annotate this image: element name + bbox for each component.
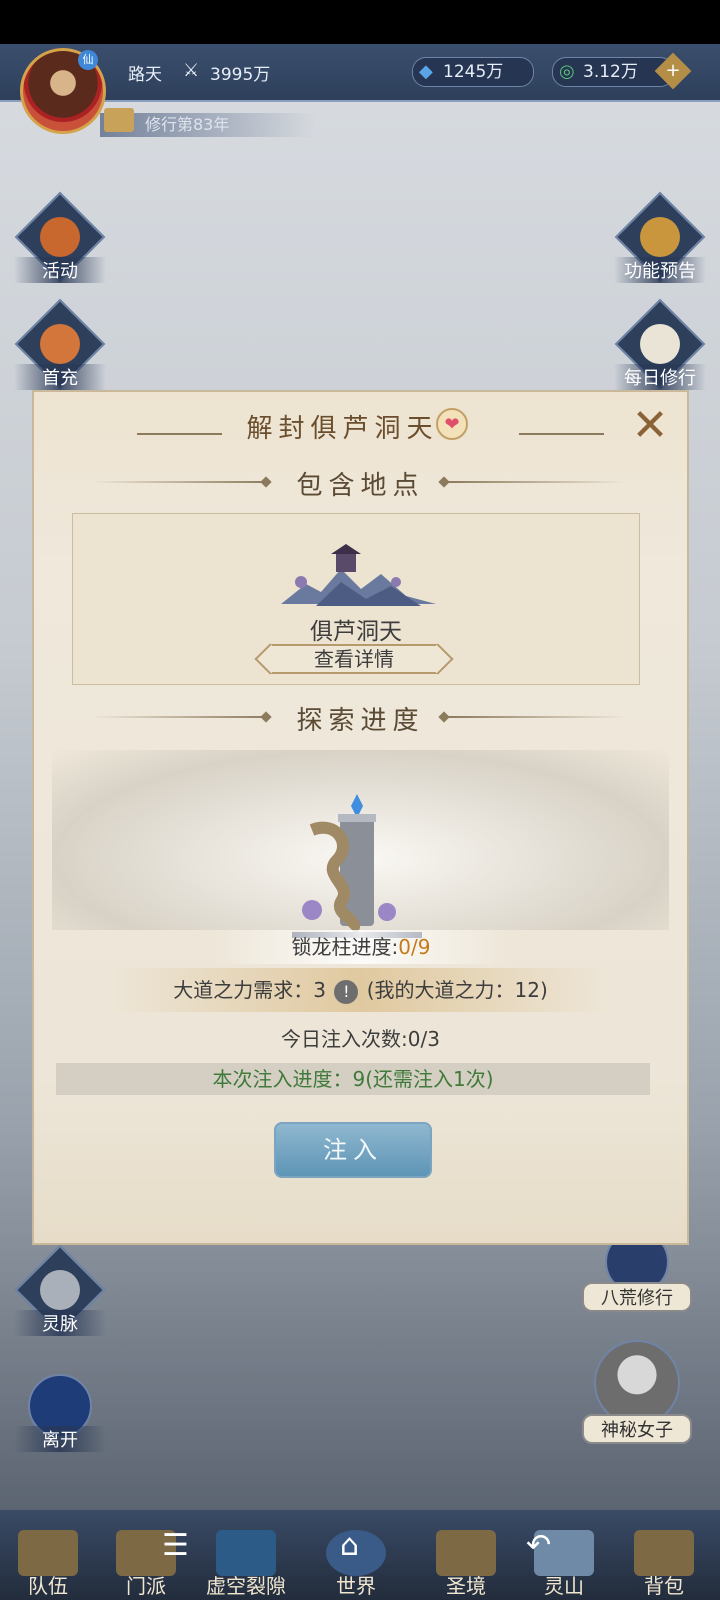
side-button-mysterious-woman[interactable]: 神秘女子 (582, 1340, 692, 1444)
combat-power-icon: ⚔ (183, 60, 200, 81)
side-button-label: 首充 (14, 364, 106, 390)
today-injection-count: 今日注入次数:0/3 (281, 1027, 440, 1051)
side-button-feature-preview[interactable]: 功能预告 (614, 191, 706, 283)
pillar-progress-value: 0/9 (398, 935, 431, 959)
side-button-label: 活动 (14, 257, 106, 283)
spirit-stone-icon: ◆ (419, 61, 433, 82)
jade-coin-value: 3.12万 (583, 62, 638, 82)
heart-icon[interactable]: ❤ (436, 408, 468, 440)
spirit-stone-value: 1245万 (443, 62, 504, 82)
side-button-label: 灵脉 (14, 1310, 106, 1336)
side-button-first-recharge[interactable]: 首充 (14, 298, 106, 390)
side-button-label: 神秘女子 (582, 1414, 692, 1444)
currency-spirit-stone[interactable]: ◆ 1245万 (412, 57, 534, 87)
nav-label: 门派 (126, 1574, 166, 1598)
scroll-icon[interactable] (104, 108, 134, 132)
nav-label: 虚空裂隙 (206, 1574, 286, 1598)
current-injection-progress: 本次注入进度：9(还需注入1次) (56, 1063, 650, 1095)
nav-void-rift[interactable]: 虚空裂隙 (196, 1530, 296, 1598)
section-title-locations: 包含地点 (296, 471, 425, 501)
nav-label: 队伍 (28, 1574, 68, 1598)
side-button-label: 离开 (14, 1426, 106, 1452)
side-button-label: 八荒修行 (582, 1282, 692, 1312)
dao-power-requirement: 大道之力需求：3 ! (我的大道之力：12) (102, 968, 619, 1012)
inject-button[interactable]: 注入 (274, 1122, 432, 1178)
location-landscape-icon (281, 544, 436, 606)
nav-label: 灵山 (544, 1574, 584, 1598)
nav-label: 背包 (644, 1574, 684, 1598)
section-divider-right (448, 716, 626, 718)
system-menu-icon[interactable]: ☰ (162, 1528, 189, 1563)
side-button-label: 功能预告 (614, 257, 706, 283)
location-card: 俱芦洞天 查看详情 (72, 513, 640, 685)
rank-badge-icon: 仙 (78, 50, 98, 70)
nav-holy-realm[interactable]: 圣境 (426, 1530, 506, 1598)
dialog-title: 解封俱芦洞天 (246, 414, 439, 444)
pillar-progress-text: 锁龙柱进度: (291, 935, 399, 959)
side-button-daily-cultivation[interactable]: 每日修行 (614, 298, 706, 390)
close-button[interactable]: ✕ (628, 404, 672, 448)
nav-team[interactable]: 队伍 (8, 1530, 88, 1598)
plus-icon: + (665, 60, 681, 81)
side-button-activity[interactable]: 活动 (14, 191, 106, 283)
nav-backpack[interactable]: 背包 (624, 1530, 704, 1598)
leave-button[interactable]: 离开 (14, 1374, 106, 1452)
dao-requirement-text: 大道之力需求：3 (173, 978, 326, 1002)
side-button-spirit-vein[interactable]: 灵脉 (14, 1244, 106, 1336)
view-detail-button[interactable]: 查看详情 (269, 644, 439, 674)
side-button-label: 每日修行 (614, 364, 706, 390)
recharge-plus-button[interactable]: + (654, 52, 692, 90)
warning-icon[interactable]: ! (334, 979, 359, 1004)
player-name: 路天 (128, 65, 162, 85)
system-back-icon[interactable]: ↶ (526, 1528, 551, 1563)
nav-label: 世界 (336, 1574, 376, 1598)
combat-power-value: 3995万 (210, 65, 271, 85)
status-bar (0, 0, 720, 44)
my-dao-power-text: (我的大道之力：12) (366, 978, 548, 1002)
dragon-lock-pillar-icon (292, 794, 422, 938)
jade-coin-icon: ◎ (559, 61, 575, 82)
section-title-progress: 探索进度 (296, 706, 425, 736)
location-name: 俱芦洞天 (310, 619, 402, 645)
section-divider-right (448, 481, 626, 483)
unseal-dialog: 解封俱芦洞天 ❤ ✕ 包含地点 俱芦洞天 查看详情 探索进度 锁龙柱进度:0/9 (32, 390, 689, 1245)
pillar-progress-label: 锁龙柱进度:0/9 (214, 930, 508, 964)
system-home-icon[interactable]: ⌂ (340, 1528, 359, 1563)
nav-label: 圣境 (446, 1574, 486, 1598)
